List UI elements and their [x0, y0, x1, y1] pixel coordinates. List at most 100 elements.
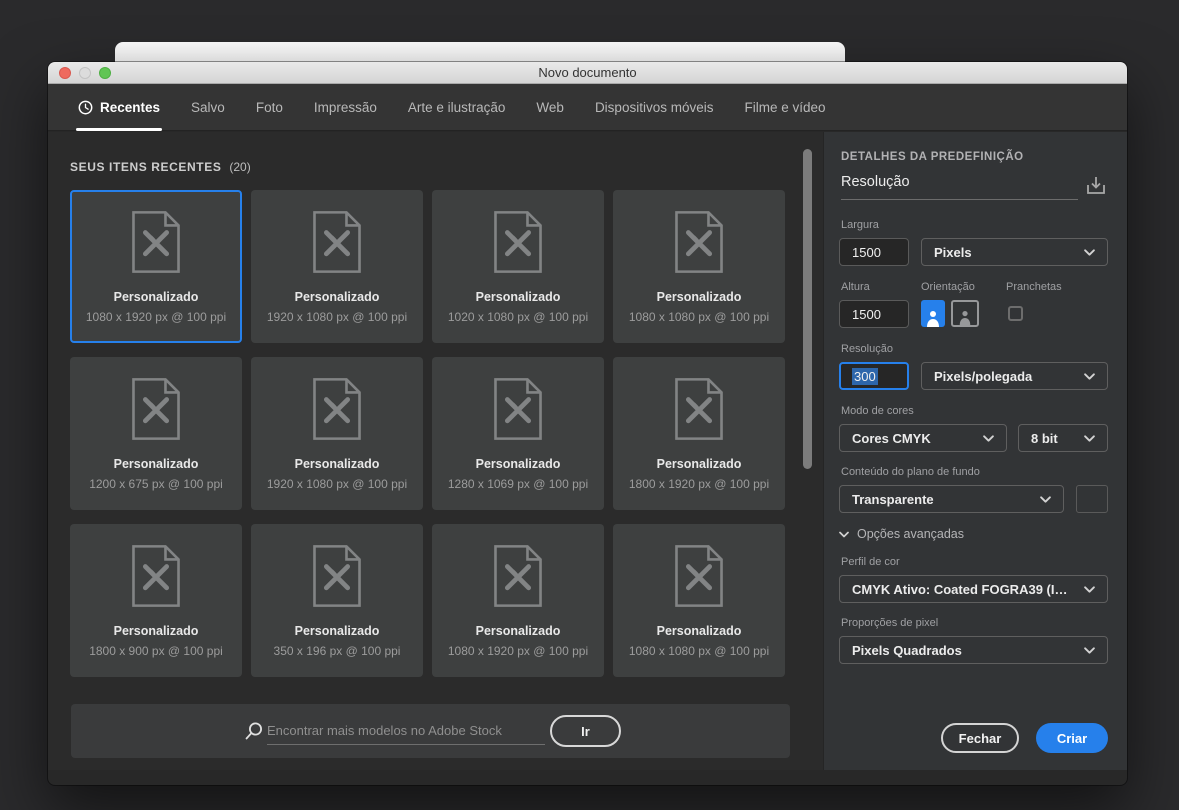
preset-dimensions: 1200 x 675 px @ 100 ppi: [89, 477, 223, 491]
chevron-down-icon: [1084, 647, 1095, 654]
width-unit-dropdown[interactable]: Pixels: [921, 238, 1108, 266]
recent-item[interactable]: Personalizado 1800 x 900 px @ 100 ppi: [70, 524, 242, 677]
color-mode-dropdown[interactable]: Cores CMYK: [839, 424, 1007, 452]
adobe-stock-search-bar: Ir: [71, 704, 790, 758]
stock-search-input[interactable]: [267, 717, 545, 745]
background-color-swatch[interactable]: [1076, 485, 1108, 513]
preset-name: Personalizado: [295, 624, 380, 638]
recent-item[interactable]: Personalizado 350 x 196 px @ 100 ppi: [251, 524, 423, 677]
recent-item[interactable]: Personalizado 1920 x 1080 px @ 100 ppi: [251, 357, 423, 510]
height-label: Altura: [841, 281, 870, 293]
pixel-aspect-dropdown[interactable]: Pixels Quadrados: [839, 636, 1108, 664]
recent-item[interactable]: Personalizado 1080 x 1080 px @ 100 ppi: [613, 524, 785, 677]
dialog-titlebar[interactable]: Novo documento: [48, 62, 1127, 84]
recent-presets-grid: Personalizado 1080 x 1920 px @ 100 ppi P…: [70, 190, 785, 677]
chevron-down-icon: [1084, 435, 1095, 442]
tab-arte-ilustracao[interactable]: Arte e ilustração: [408, 84, 506, 131]
color-mode-value: Cores CMYK: [852, 431, 975, 446]
resolution-unit-value: Pixels/polegada: [934, 369, 1076, 384]
tab-label: Arte e ilustração: [408, 100, 506, 115]
bit-depth-dropdown[interactable]: 8 bit: [1018, 424, 1108, 452]
recent-item[interactable]: Personalizado 1020 x 1080 px @ 100 ppi: [432, 190, 604, 343]
preset-document-icon: [308, 544, 366, 608]
preset-name: Personalizado: [657, 457, 742, 471]
resolution-unit-dropdown[interactable]: Pixels/polegada: [921, 362, 1108, 390]
recent-item[interactable]: Personalizado 1080 x 1920 px @ 100 ppi: [432, 524, 604, 677]
bit-depth-value: 8 bit: [1031, 431, 1076, 446]
tab-dispositivos-moveis[interactable]: Dispositivos móveis: [595, 84, 714, 131]
resolution-value: 300: [852, 368, 878, 385]
artboards-checkbox[interactable]: [1008, 306, 1023, 321]
preset-document-icon: [127, 210, 185, 274]
tab-impressao[interactable]: Impressão: [314, 84, 377, 131]
width-label: Largura: [841, 219, 879, 231]
color-profile-label: Perfil de cor: [841, 556, 900, 568]
preset-name: Personalizado: [657, 290, 742, 304]
preset-document-icon: [489, 210, 547, 274]
preset-name: Personalizado: [114, 457, 199, 471]
recent-item[interactable]: Personalizado 1800 x 1920 px @ 100 ppi: [613, 357, 785, 510]
color-profile-value: CMYK Ativo: Coated FOGRA39 (ISO 1...: [852, 582, 1076, 597]
go-button[interactable]: Ir: [550, 715, 621, 747]
tab-foto[interactable]: Foto: [256, 84, 283, 131]
preset-name: Personalizado: [295, 290, 380, 304]
preset-dimensions: 1080 x 1920 px @ 100 ppi: [86, 310, 226, 324]
preset-name: Personalizado: [476, 457, 561, 471]
width-value: 1500: [852, 245, 881, 260]
height-value: 1500: [852, 307, 881, 322]
tab-recentes[interactable]: Recentes: [78, 84, 160, 131]
preset-name: Personalizado: [476, 290, 561, 304]
preset-dimensions: 1800 x 900 px @ 100 ppi: [89, 644, 223, 658]
orientation-landscape-icon[interactable]: [951, 300, 979, 327]
vertical-scrollbar[interactable]: [803, 149, 812, 469]
close-button[interactable]: Fechar: [941, 723, 1019, 753]
pixel-aspect-label: Proporções de pixel: [841, 617, 938, 629]
preset-document-icon: [670, 544, 728, 608]
close-window-icon[interactable]: [59, 67, 71, 79]
width-input[interactable]: 1500: [839, 238, 909, 266]
tab-salvo[interactable]: Salvo: [191, 84, 225, 131]
recent-item[interactable]: Personalizado 1080 x 1080 px @ 100 ppi: [613, 190, 785, 343]
preset-document-icon: [489, 544, 547, 608]
tab-web[interactable]: Web: [536, 84, 564, 131]
recent-item[interactable]: Personalizado 1920 x 1080 px @ 100 ppi: [251, 190, 423, 343]
preset-name: Personalizado: [657, 624, 742, 638]
color-profile-dropdown[interactable]: CMYK Ativo: Coated FOGRA39 (ISO 1...: [839, 575, 1108, 603]
preset-dimensions: 1800 x 1920 px @ 100 ppi: [629, 477, 769, 491]
recent-heading-text: SEUS ITENS RECENTES: [70, 160, 221, 174]
tab-label: Filme e vídeo: [744, 100, 825, 115]
portrait-person-icon: [925, 310, 941, 327]
advanced-options-toggle[interactable]: Opções avançadas: [839, 527, 964, 541]
preset-details-panel: DETALHES DA PREDEFINIÇÃO Resolução Largu…: [823, 132, 1127, 770]
preset-document-icon: [127, 377, 185, 441]
preset-document-icon: [670, 377, 728, 441]
preset-dimensions: 350 x 196 px @ 100 ppi: [274, 644, 401, 658]
width-unit-value: Pixels: [934, 245, 1076, 260]
chevron-down-icon: [839, 531, 849, 538]
minimize-window-icon[interactable]: [79, 67, 91, 79]
resolution-input[interactable]: 300: [839, 362, 909, 390]
chevron-down-icon: [1084, 249, 1095, 256]
dialog-content: SEUS ITENS RECENTES (20) Personalizado 1…: [48, 132, 1127, 770]
preset-dimensions: 1020 x 1080 px @ 100 ppi: [448, 310, 588, 324]
height-input[interactable]: 1500: [839, 300, 909, 328]
document-name-input[interactable]: Resolução: [841, 174, 1078, 200]
artboards-label: Pranchetas: [1006, 281, 1062, 293]
recent-item[interactable]: Personalizado 1080 x 1920 px @ 100 ppi: [70, 190, 242, 343]
create-button[interactable]: Criar: [1036, 723, 1108, 753]
background-contents-label: Conteúdo do plano de fundo: [841, 466, 980, 478]
recent-count: (20): [229, 160, 250, 174]
background-contents-dropdown[interactable]: Transparente: [839, 485, 1064, 513]
chevron-down-icon: [1040, 496, 1051, 503]
recent-item[interactable]: Personalizado 1200 x 675 px @ 100 ppi: [70, 357, 242, 510]
tab-filme-video[interactable]: Filme e vídeo: [744, 84, 825, 131]
panel-heading: DETALHES DA PREDEFINIÇÃO: [841, 151, 1024, 163]
background-contents-value: Transparente: [852, 492, 1032, 507]
preset-document-icon: [489, 377, 547, 441]
save-preset-icon[interactable]: [1085, 175, 1107, 197]
tab-label: Salvo: [191, 100, 225, 115]
zoom-window-icon[interactable]: [99, 67, 111, 79]
chevron-down-icon: [1084, 586, 1095, 593]
recent-item[interactable]: Personalizado 1280 x 1069 px @ 100 ppi: [432, 357, 604, 510]
orientation-portrait-icon[interactable]: [921, 300, 945, 327]
